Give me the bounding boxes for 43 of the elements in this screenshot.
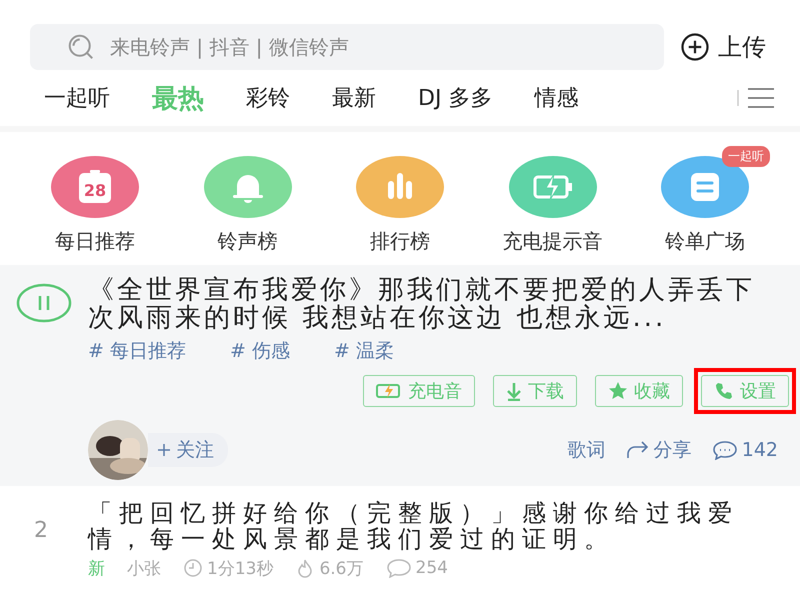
- tag[interactable]: # 温柔: [334, 338, 394, 364]
- plus-icon: [680, 32, 710, 62]
- pause-icon[interactable]: [16, 283, 72, 323]
- battery-icon: [376, 383, 402, 400]
- song-row[interactable]: 2 「把回忆拼好给你（完整版）」感谢你给过我爱情，每一处风景都是我们爱过的证明。 新 小张 1分13秒 6.6万 254: [0, 486, 800, 586]
- tab[interactable]: 最新: [332, 83, 376, 113]
- tab[interactable]: 一起听: [44, 83, 110, 113]
- phone-icon: [714, 381, 734, 402]
- new-label: 新: [88, 558, 105, 580]
- song-title[interactable]: 《全世界宣布我爱你》那我们就不要把爱的人弄丢下次风雨来的时候 我想站在你这边 也想永远...: [88, 277, 768, 332]
- shortcut-label[interactable]: 每日推荐: [55, 228, 135, 255]
- upload-button[interactable]: 上传: [680, 31, 766, 63]
- shortcut-label[interactable]: 铃声榜: [218, 228, 278, 255]
- tab[interactable]: 情感: [534, 83, 578, 113]
- song-card[interactable]: 《全世界宣布我爱你》那我们就不要把爱的人弄丢下次风雨来的时候 我想站在你这边 也想永远... # 每日推荐 # 伤感 # 温柔 充电音 下载 收藏 设置 关注 歌词 分享 142: [0, 265, 800, 486]
- rank-number: 2: [33, 517, 48, 546]
- shortcut-label[interactable]: 排行榜: [370, 228, 430, 255]
- plus-icon: [156, 442, 172, 458]
- shortcut-label[interactable]: 铃单广场: [665, 228, 745, 255]
- tab[interactable]: 彩铃: [246, 83, 290, 113]
- star-icon: [608, 381, 628, 402]
- play-count: 6.6万: [319, 558, 364, 580]
- share-button[interactable]: 分享: [626, 437, 692, 464]
- lyrics-button[interactable]: 歌词: [568, 437, 606, 464]
- shortcut-label[interactable]: 充电提示音: [502, 228, 602, 255]
- clock-icon: [183, 558, 203, 578]
- search-field[interactable]: 来电铃声 | 抖音 | 微信铃声: [30, 24, 664, 70]
- download-icon: [506, 381, 522, 402]
- song-title[interactable]: 「把回忆拼好给你（完整版）」感谢你给过我爱情，每一处风景都是我们爱过的证明。: [88, 498, 788, 553]
- comment-icon: [386, 558, 412, 578]
- comment-button[interactable]: 142: [712, 439, 778, 462]
- search-input[interactable]: 来电铃声 | 抖音 | 微信铃声: [108, 34, 612, 60]
- comment-icon: [712, 440, 738, 460]
- menu-icon[interactable]: [736, 86, 776, 110]
- tag[interactable]: # 伤感: [230, 338, 290, 364]
- badge: 一起听: [722, 146, 770, 167]
- shortcut-icon[interactable]: 28: [51, 156, 139, 218]
- share-icon: [626, 440, 650, 460]
- follow-button[interactable]: 关注: [148, 433, 228, 468]
- duration-text: 1分13秒: [207, 558, 274, 580]
- tag[interactable]: # 每日推荐: [88, 338, 186, 364]
- tab[interactable]: DJ 多多: [418, 83, 492, 113]
- comment-count: 254: [416, 558, 448, 578]
